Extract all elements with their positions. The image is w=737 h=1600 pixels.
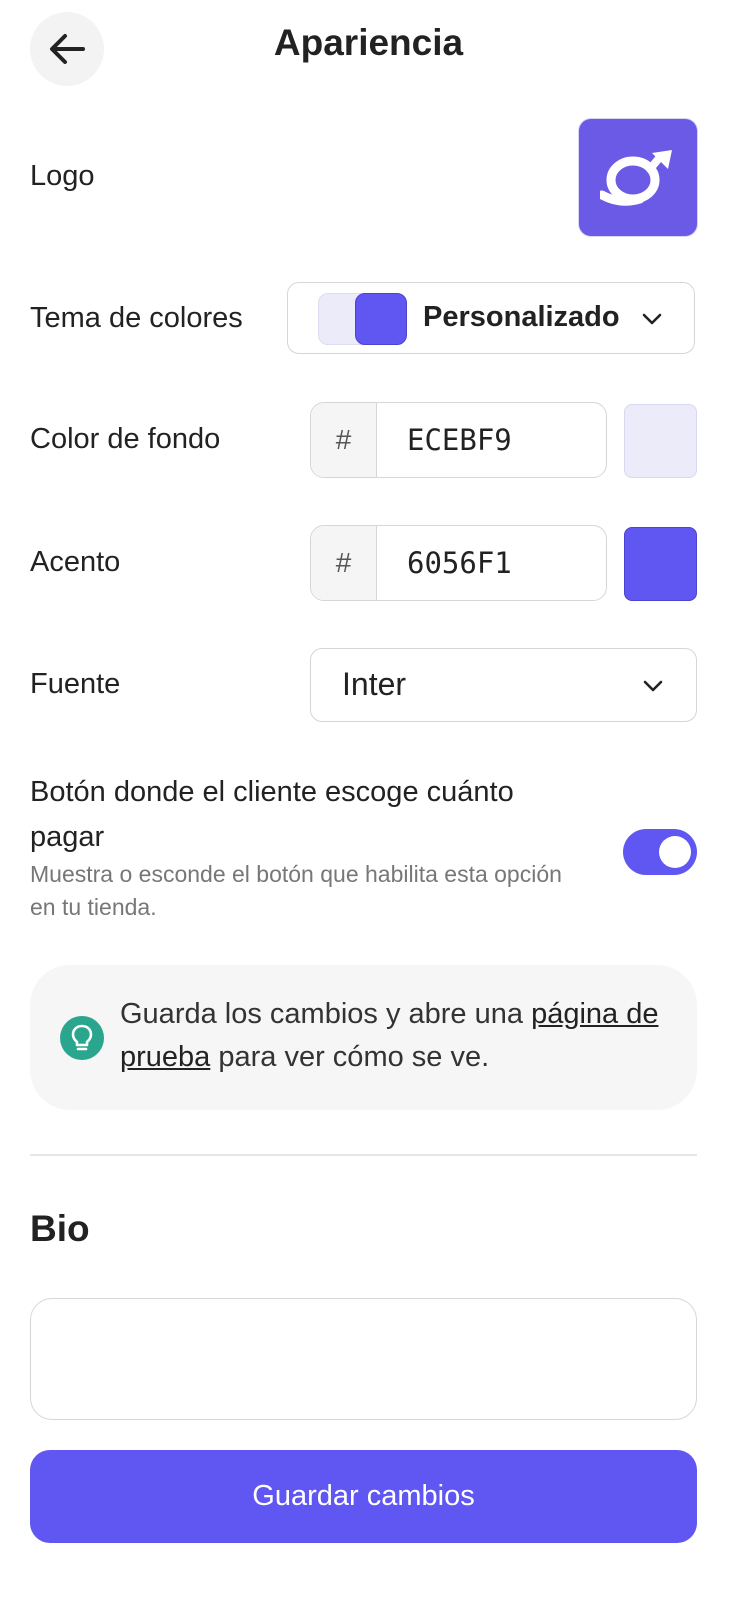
pay-what-you-want-description: Muestra o esconde el botón que habilita … [30, 861, 562, 920]
tip-text-after: para ver cómo se ve. [210, 1041, 490, 1073]
chevron-down-icon [642, 313, 662, 325]
page-title: Apariencia [273, 22, 464, 63]
theme-select[interactable]: Personalizado [287, 282, 695, 354]
background-color-swatch[interactable] [624, 404, 697, 478]
font-select[interactable]: Inter [310, 648, 697, 722]
accent-color-value: 6056F1 [407, 546, 512, 580]
tip-box: Guarda los cambios y abre una página de … [30, 965, 697, 1110]
pay-what-you-want-title: Botón donde el cliente escoge cuánto pag… [30, 776, 514, 853]
theme-value: Personalizado [423, 301, 620, 333]
logo-upload[interactable] [579, 119, 697, 236]
background-color-input[interactable]: # ECEBF9 [310, 402, 607, 478]
accent-label: Acento [30, 546, 121, 578]
theme-label: Tema de colores [30, 302, 243, 334]
background-color-label: Color de fondo [30, 423, 221, 455]
tip-text-before: Guarda los cambios y abre una [120, 998, 532, 1030]
bio-title: Bio [30, 1208, 90, 1249]
pay-what-you-want-toggle[interactable] [623, 829, 697, 875]
font-value: Inter [342, 666, 407, 702]
background-color-value: ECEBF9 [407, 423, 512, 457]
tip-text: Guarda los cambios y abre una página de … [120, 993, 680, 1079]
hex-prefix: # [311, 526, 377, 600]
lightbulb-icon [60, 1016, 104, 1060]
logo-arrow-loop-icon [600, 149, 672, 206]
hex-prefix: # [311, 403, 377, 477]
section-divider [30, 1154, 697, 1156]
toggle-knob [659, 836, 691, 868]
chevron-down-icon [643, 680, 663, 692]
bio-textarea[interactable] [30, 1298, 697, 1420]
save-button[interactable]: Guardar cambios [30, 1450, 697, 1543]
accent-color-swatch[interactable] [624, 527, 697, 601]
theme-swatch-accent [355, 293, 407, 345]
logo-label: Logo [30, 160, 95, 192]
font-label: Fuente [30, 668, 121, 700]
accent-color-input[interactable]: # 6056F1 [310, 525, 607, 601]
